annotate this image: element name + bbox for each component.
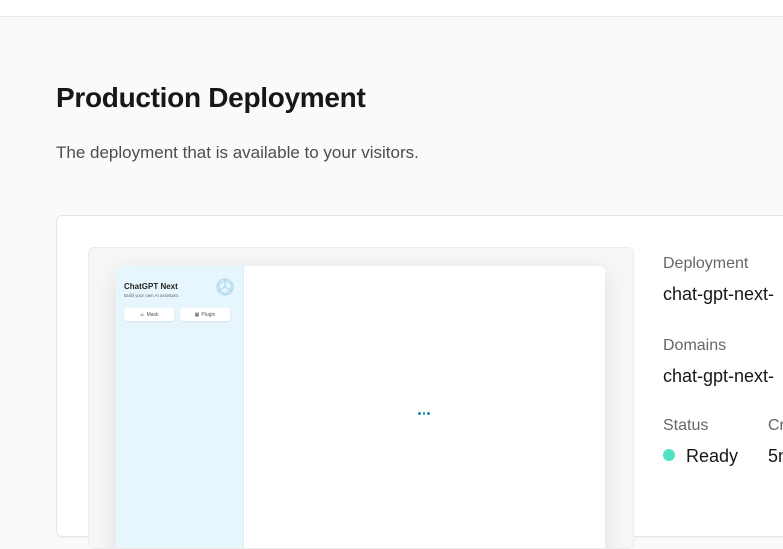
preview-sidebar: ChatGPT Next Build your own AI assistant…: [116, 266, 244, 548]
page-subtitle: The deployment that is available to your…: [56, 143, 419, 162]
openai-logo-icon: [216, 278, 234, 296]
preview-plugin-label: Plugin: [201, 311, 216, 318]
loading-dots-icon: [418, 412, 430, 415]
created-label: Cr: [768, 417, 783, 434]
mask-icon: ☺: [139, 311, 145, 318]
status-label: Status: [663, 417, 709, 434]
preview-app-title: ChatGPT Next: [124, 282, 178, 291]
plugin-icon: ▦: [194, 311, 200, 318]
preview-mask-label: Mask: [146, 311, 159, 318]
deployment-preview[interactable]: ChatGPT Next Build your own AI assistant…: [88, 247, 634, 549]
deployment-link[interactable]: chat-gpt-next-: [663, 284, 774, 305]
deployment-label: Deployment: [663, 255, 749, 272]
domains-label: Domains: [663, 337, 727, 354]
status-value: Ready: [686, 446, 739, 466]
created-value: 5n: [768, 446, 783, 466]
preview-plugin-button: ▦ Plugin: [180, 308, 230, 321]
deployment-info: Deployment chat-gpt-next- Domains chat-g…: [663, 216, 783, 536]
deployment-card: ChatGPT Next Build your own AI assistant…: [56, 215, 783, 549]
page-title: Production Deployment: [56, 82, 366, 113]
top-bar: [0, 0, 783, 17]
domain-link[interactable]: chat-gpt-next-: [663, 366, 774, 387]
status-ready-icon: [663, 449, 675, 461]
preview-window: ChatGPT Next Build your own AI assistant…: [116, 266, 605, 548]
preview-app-subtitle: Build your own AI assistant.: [124, 293, 180, 298]
preview-mask-button: ☺ Mask: [124, 308, 174, 321]
